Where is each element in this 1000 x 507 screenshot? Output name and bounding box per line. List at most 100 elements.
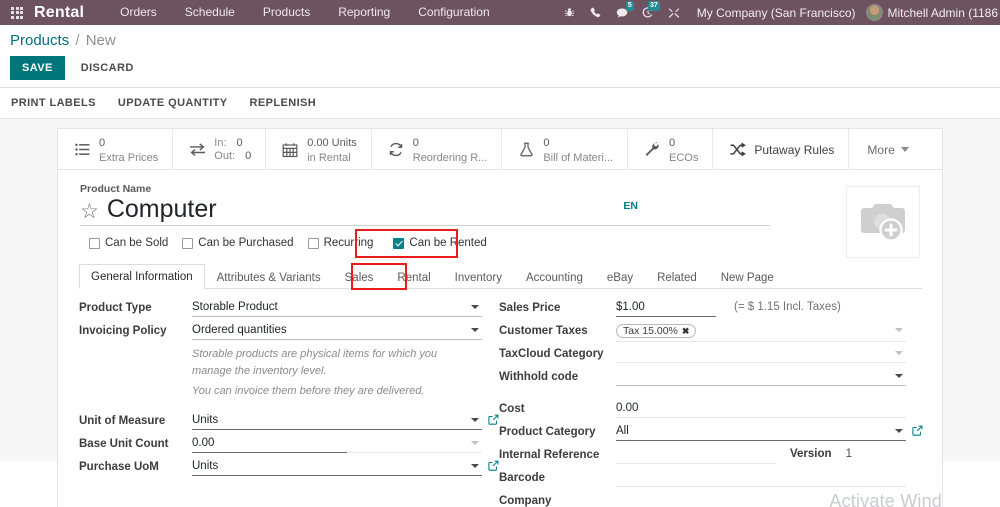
star-favorite-icon[interactable]: ☆ <box>80 201 99 222</box>
internal-link-icon[interactable] <box>488 414 499 425</box>
field-label: Company <box>499 495 552 507</box>
version-label: Version <box>790 448 832 461</box>
chevron-down-icon[interactable] <box>471 328 479 333</box>
tab-accounting[interactable]: Accounting <box>514 265 595 289</box>
checkbox-box[interactable] <box>393 237 405 249</box>
base-unit-count-input[interactable]: 0.00 <box>192 437 347 453</box>
invoicing-policy-hint: You can invoice them before they are del… <box>79 381 482 400</box>
checkbox-label: Recurring <box>323 237 374 250</box>
sales-price-tax-note: (= $ 1.15 Incl. Taxes) <box>734 301 841 314</box>
update-quantity-button[interactable]: UPDATE QUANTITY <box>118 97 228 109</box>
internal-reference-input[interactable] <box>616 448 776 465</box>
checkbox-can-be-rented[interactable]: Can be Rented <box>393 237 487 249</box>
checkbox-can-be-purchased[interactable]: Can be Purchased <box>182 237 294 249</box>
checkbox-can-be-sold[interactable]: Can be Sold <box>89 237 168 249</box>
discard-button[interactable]: DISCARD <box>71 56 144 80</box>
shuffle-icon <box>727 140 747 160</box>
tax-tag-label: Tax 15.00% <box>623 325 678 338</box>
smart-label: in Rental <box>307 151 351 164</box>
chevron-down-icon[interactable] <box>471 440 479 445</box>
smart-button-more[interactable]: More <box>849 129 926 170</box>
print-labels-button[interactable]: PRINT LABELS <box>11 97 96 109</box>
company-switcher[interactable]: My Company (San Francisco) <box>687 6 866 20</box>
chevron-down-icon <box>900 146 909 153</box>
barcode-input[interactable] <box>616 471 906 488</box>
product-name-input[interactable]: Computer <box>107 196 217 223</box>
product-category-select[interactable]: All <box>616 425 906 442</box>
smart-button-reordering-rules[interactable]: 0 Reordering R... <box>372 129 503 170</box>
activities-clock-icon[interactable]: 37 <box>635 0 661 25</box>
close-icon[interactable]: ✖ <box>682 326 690 337</box>
user-menu[interactable]: Mitchell Admin (1186 <box>865 4 1000 21</box>
tab-rental[interactable]: Rental <box>385 265 442 289</box>
smart-button-extra-prices[interactable]: 0 Extra Prices <box>58 129 174 170</box>
windows-activation-watermark: Activate Wind <box>829 491 942 507</box>
field-invoicing-policy: Invoicing Policy Ordered quantities <box>79 324 482 342</box>
field-product-category: Product Category All <box>499 425 923 443</box>
chevron-down-icon[interactable] <box>895 328 903 333</box>
smart-button-in-rental[interactable]: 0.00 Units in Rental <box>266 129 372 170</box>
smart-button-bill-of-materials[interactable]: 0 Bill of Materi... <box>502 129 629 170</box>
chevron-down-icon[interactable] <box>471 417 479 422</box>
form-left-column: Product Type Storable Product Invoicing … <box>58 301 499 507</box>
tab-general-information[interactable]: General Information <box>79 264 205 290</box>
menu-item-products[interactable]: Products <box>249 0 324 25</box>
replenish-button[interactable]: REPLENISH <box>250 97 317 109</box>
smart-button-bar: 0 Extra Prices In: 0 Out: 0 0.00 Units in … <box>58 129 942 170</box>
product-type-select[interactable]: Storable Product <box>192 301 482 318</box>
unit-of-measure-select[interactable]: Units <box>192 414 482 430</box>
smart-button-ecos[interactable]: 0 ECOs <box>628 129 714 170</box>
list-icon <box>72 140 92 160</box>
smart-value: 0 <box>412 136 419 149</box>
menu-item-reporting[interactable]: Reporting <box>324 0 404 25</box>
menu-item-schedule[interactable]: Schedule <box>171 0 249 25</box>
apps-menu-button[interactable] <box>0 6 34 19</box>
smart-value: 0.00 Units <box>307 136 357 149</box>
tab-inventory[interactable]: Inventory <box>443 265 514 289</box>
app-brand[interactable]: Rental <box>34 4 84 22</box>
withhold-code-select[interactable] <box>616 370 906 387</box>
breadcrumb-separator: / <box>75 32 80 49</box>
chevron-down-icon[interactable] <box>895 374 903 379</box>
field-base-unit-count: Base Unit Count 0.00 <box>79 437 482 455</box>
cost-input[interactable]: 0.00 <box>616 402 906 419</box>
chevron-down-icon[interactable] <box>895 351 903 356</box>
checkbox-recurring[interactable]: Recurring <box>307 237 374 250</box>
menu-item-configuration[interactable]: Configuration <box>404 0 503 25</box>
messages-icon[interactable]: 5 <box>609 0 635 25</box>
save-button[interactable]: SAVE <box>10 56 65 80</box>
internal-link-icon[interactable] <box>912 425 923 436</box>
smart-button-in-out[interactable]: In: 0 Out: 0 <box>173 129 267 170</box>
tab-ebay[interactable]: eBay <box>595 265 645 289</box>
chevron-down-icon[interactable] <box>471 463 479 468</box>
sales-price-input[interactable]: $1.00 <box>616 301 716 318</box>
more-label: More <box>867 142 895 157</box>
checkbox-box[interactable] <box>182 237 194 249</box>
field-label: Sales Price <box>499 302 561 315</box>
smart-value: 0 <box>669 136 676 149</box>
smart-button-putaway-rules[interactable]: Putaway Rules <box>713 129 850 170</box>
language-selector[interactable]: EN <box>623 200 638 212</box>
checkbox-box[interactable] <box>89 237 100 249</box>
invoicing-policy-select[interactable]: Ordered quantities <box>192 324 482 341</box>
checkbox-box[interactable] <box>307 237 319 249</box>
breadcrumb-products[interactable]: Products <box>10 32 69 49</box>
tab-related[interactable]: Related <box>645 265 709 289</box>
chevron-down-icon[interactable] <box>471 305 479 310</box>
tab-sales[interactable]: Sales <box>333 265 386 289</box>
internal-link-icon[interactable] <box>488 460 499 471</box>
field-label: Internal Reference <box>499 449 600 462</box>
menu-item-orders[interactable]: Orders <box>106 0 171 25</box>
tools-icon[interactable] <box>661 0 687 25</box>
base-unit-uom-select[interactable] <box>347 437 482 453</box>
taxcloud-category-input[interactable] <box>616 347 906 364</box>
phone-icon[interactable] <box>583 0 609 25</box>
purchase-uom-select[interactable]: Units <box>192 460 482 476</box>
tax-tag[interactable]: Tax 15.00% ✖ <box>616 324 697 339</box>
chevron-down-icon[interactable] <box>895 429 903 434</box>
bug-icon[interactable] <box>557 0 583 25</box>
customer-taxes-input[interactable]: Tax 15.00% ✖ <box>616 324 906 343</box>
tab-attributes-variants[interactable]: Attributes & Variants <box>205 265 333 289</box>
tab-new-page[interactable]: New Page <box>709 265 786 289</box>
user-name: Mitchell Admin (1186 <box>887 5 999 20</box>
